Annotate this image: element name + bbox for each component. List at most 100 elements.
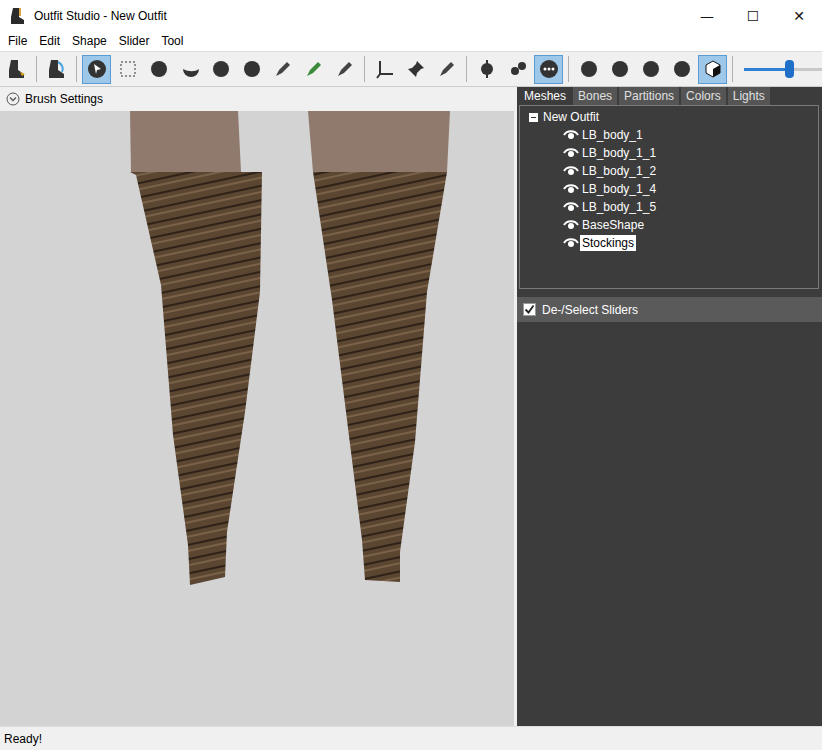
slider-thumb[interactable] [785,60,794,78]
tool-icon [578,58,600,80]
tool-button[interactable] [401,55,430,84]
tool-icon [272,58,294,80]
tool-button[interactable] [113,55,142,84]
tool-icon [640,58,662,80]
mesh-row[interactable]: Stockings [520,234,818,252]
tool-button[interactable] [42,55,71,84]
tool-button[interactable] [268,55,297,84]
tool-button[interactable] [574,55,603,84]
eye-icon[interactable] [563,129,579,141]
brush-settings-header[interactable]: Brush Settings [0,87,514,111]
mesh-name: LB_body_1_2 [580,163,658,179]
tool-icon [179,58,201,80]
tool-button[interactable] [82,55,111,84]
toolbar [0,51,822,87]
mesh-name: LB_body_1_1 [580,145,658,161]
tab[interactable]: Meshes [519,87,571,105]
tool-icon [507,58,529,80]
tool-button[interactable] [472,55,501,84]
brush-size-slider[interactable] [744,59,822,79]
tool-button[interactable] [605,55,634,84]
tool-button[interactable] [534,55,563,84]
collapse-icon[interactable] [529,113,538,122]
3d-viewport[interactable] [0,111,514,726]
window-control-button[interactable]: ✕ [776,0,822,31]
menu-item[interactable]: Tool [155,32,189,50]
tab[interactable]: Bones [573,87,617,105]
window-control-button[interactable]: ☐ [730,0,776,31]
tool-button[interactable] [370,55,399,84]
tool-icon [334,58,356,80]
eye-icon[interactable] [563,201,579,213]
tool-icon [241,58,263,80]
eye-icon[interactable] [563,237,579,249]
tool-button[interactable] [175,55,204,84]
sliders-list [517,322,822,726]
tool-icon [86,58,108,80]
mesh-row[interactable]: LB_body_1_5 [520,198,818,216]
status-bar: Ready! [0,726,822,750]
mesh-name: LB_body_1_5 [580,199,658,215]
menu-item[interactable]: Edit [33,32,66,50]
toolbar-separator [364,56,365,82]
eye-icon[interactable] [563,165,579,177]
tool-button[interactable] [667,55,696,84]
sliders-header-label: De-/Select Sliders [542,303,638,317]
mesh-row[interactable]: LB_body_1_2 [520,162,818,180]
tool-icon [671,58,693,80]
check-icon [524,304,535,315]
mesh-name: BaseShape [580,217,646,233]
tool-button[interactable] [237,55,266,84]
mesh-row[interactable]: LB_body_1_4 [520,180,818,198]
eye-icon[interactable] [563,219,579,231]
menu-item[interactable]: File [2,32,33,50]
tool-icon [436,58,458,80]
tab-bar: MeshesBonesPartitionsColorsLights [517,87,822,105]
viewport-panel: Brush Settings [0,87,514,726]
mesh-row[interactable]: LB_body_1 [520,126,818,144]
sliders-header: De-/Select Sliders [517,297,822,322]
mesh-tree: New OutfitLB_body_1 LB_body_1_1 LB_body_1_… [519,105,819,289]
title-bar: Outfit Studio - New Outfit—☐✕ [0,0,822,31]
tab[interactable]: Partitions [619,87,679,105]
menu-item[interactable]: Slider [113,32,156,50]
boot-icon [9,7,25,25]
tool-button[interactable] [206,55,235,84]
tab[interactable]: Colors [681,87,726,105]
tree-root[interactable]: New Outfit [520,108,818,126]
side-panel: MeshesBonesPartitionsColorsLightsNew Out… [517,87,822,726]
mesh-name: LB_body_1 [580,127,645,143]
chevron-icon [6,92,20,106]
tool-button[interactable] [330,55,359,84]
tool-button[interactable] [432,55,461,84]
tool-icon [303,58,325,80]
tab[interactable]: Lights [728,87,770,105]
menu-bar: FileEditShapeSliderTool [0,31,822,51]
mesh-row[interactable]: LB_body_1_1 [520,144,818,162]
eye-icon[interactable] [563,183,579,195]
tool-button[interactable] [144,55,173,84]
tool-icon [6,58,28,80]
toolbar-separator [568,56,569,82]
tool-icon [117,58,139,80]
tool-button[interactable] [698,55,727,84]
tool-icon [476,58,498,80]
tool-button[interactable] [503,55,532,84]
mesh-name: LB_body_1_4 [580,181,658,197]
tool-button[interactable] [636,55,665,84]
menu-item[interactable]: Shape [66,32,113,50]
toolbar-separator [76,56,77,82]
mesh-row[interactable]: BaseShape [520,216,818,234]
window-control-button[interactable]: — [684,0,730,31]
eye-icon[interactable] [563,147,579,159]
tool-icon [46,58,68,80]
status-text: Ready! [4,732,42,746]
brush-settings-label: Brush Settings [25,92,103,106]
tool-button[interactable] [2,55,31,84]
tool-icon [210,58,232,80]
checkbox[interactable] [523,303,536,316]
tool-icon [148,58,170,80]
toolbar-separator [36,56,37,82]
tool-icon [538,58,560,80]
tool-button[interactable] [299,55,328,84]
